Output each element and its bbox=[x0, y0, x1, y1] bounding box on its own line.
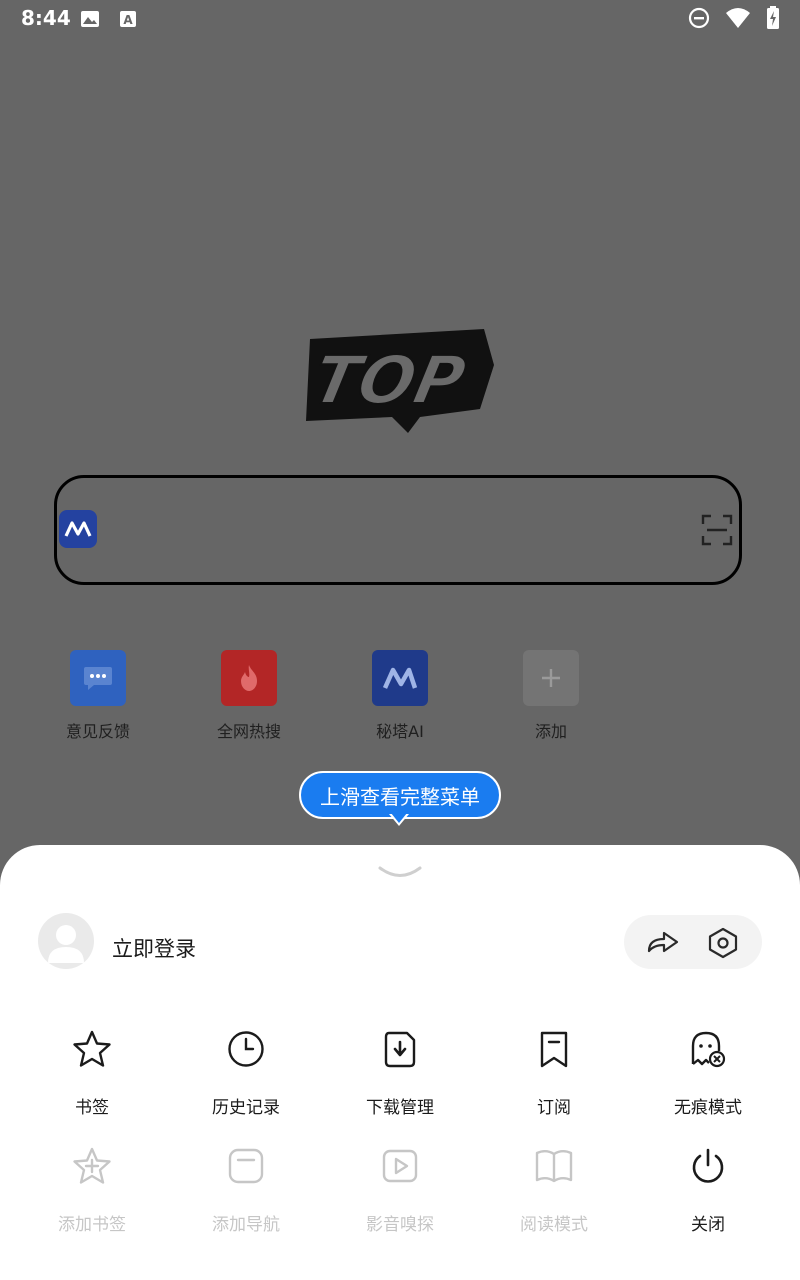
battery-icon bbox=[767, 6, 779, 29]
menu-add-bookmark[interactable]: 添加书签 bbox=[22, 1144, 162, 1235]
menu-label: 下载管理 bbox=[366, 1098, 434, 1118]
menu-label: 关闭 bbox=[691, 1215, 725, 1235]
quick-link-label: 秘塔AI bbox=[376, 722, 424, 741]
sheet-handle-icon[interactable] bbox=[378, 865, 422, 881]
wifi-icon bbox=[725, 8, 750, 28]
menu-subscriptions[interactable]: 订阅 bbox=[484, 1027, 624, 1118]
chat-bubble-icon bbox=[84, 667, 112, 690]
image-icon bbox=[81, 10, 99, 27]
menu-reading-mode[interactable]: 阅读模式 bbox=[484, 1144, 624, 1235]
menu-incognito[interactable]: 无痕模式 bbox=[638, 1027, 778, 1118]
quick-tile bbox=[372, 650, 428, 706]
dnd-icon bbox=[688, 7, 709, 29]
status-left-icons: A bbox=[80, 8, 137, 28]
quick-tile bbox=[221, 650, 277, 706]
metaso-icon bbox=[382, 667, 418, 689]
user-icon bbox=[48, 925, 84, 963]
share-icon[interactable] bbox=[646, 927, 680, 957]
menu-history[interactable]: 历史记录 bbox=[176, 1027, 316, 1118]
status-bar: 8:44 A bbox=[0, 0, 800, 38]
nav-add-icon bbox=[228, 1148, 264, 1184]
plus-icon bbox=[542, 669, 560, 687]
quick-link-label: 意见反馈 bbox=[65, 722, 130, 741]
swipe-up-tooltip: 上滑查看完整菜单 bbox=[299, 771, 501, 819]
menu-label: 订阅 bbox=[537, 1098, 571, 1118]
menu-label: 添加书签 bbox=[58, 1215, 126, 1235]
menu-bookmarks[interactable]: 书签 bbox=[22, 1027, 162, 1118]
a-box-icon: A bbox=[120, 10, 137, 27]
menu-media-sniff[interactable]: 影音嗅探 bbox=[330, 1144, 470, 1235]
status-time: 8:44 bbox=[21, 6, 71, 30]
quick-link-label: 添加 bbox=[534, 722, 567, 741]
scan-icon[interactable] bbox=[701, 514, 733, 546]
menu-label: 影音嗅探 bbox=[366, 1215, 434, 1235]
menu-label: 历史记录 bbox=[212, 1098, 280, 1118]
menu-close[interactable]: 关闭 bbox=[638, 1144, 778, 1235]
menu-sheet: 立即登录 书签 历史记录 下载管理 订阅 无痕模式 添加书签 添加导航 影音嗅探… bbox=[0, 845, 800, 1280]
star-plus-icon bbox=[73, 1147, 111, 1184]
logo-text: TOP bbox=[306, 342, 472, 419]
action-pill bbox=[624, 915, 762, 969]
quick-link-add[interactable]: 添加 bbox=[496, 650, 606, 742]
top-logo: TOP bbox=[305, 329, 494, 433]
ghost-icon bbox=[691, 1031, 726, 1068]
login-link[interactable]: 立即登录 bbox=[112, 933, 196, 963]
quick-tile bbox=[523, 650, 579, 706]
search-box[interactable] bbox=[54, 475, 742, 585]
menu-add-navigation[interactable]: 添加导航 bbox=[176, 1144, 316, 1235]
svg-text:A: A bbox=[123, 13, 133, 27]
menu-label: 阅读模式 bbox=[520, 1215, 588, 1235]
star-icon bbox=[73, 1030, 111, 1067]
menu-downloads[interactable]: 下载管理 bbox=[330, 1027, 470, 1118]
quick-link-metaso-ai[interactable]: 秘塔AI bbox=[345, 650, 455, 742]
clock-icon bbox=[228, 1031, 264, 1067]
status-right-icons bbox=[688, 6, 780, 30]
power-icon bbox=[692, 1148, 724, 1183]
play-icon bbox=[382, 1149, 418, 1183]
menu-label: 书签 bbox=[75, 1098, 109, 1118]
menu-label: 添加导航 bbox=[212, 1215, 280, 1235]
quick-tile bbox=[70, 650, 126, 706]
download-icon bbox=[384, 1031, 416, 1068]
metaso-icon[interactable] bbox=[59, 510, 97, 548]
book-icon bbox=[535, 1150, 573, 1183]
settings-icon[interactable] bbox=[706, 927, 740, 959]
menu-label: 无痕模式 bbox=[674, 1098, 742, 1118]
tooltip-tail-inner bbox=[391, 813, 407, 823]
avatar[interactable] bbox=[38, 913, 94, 969]
flame-icon bbox=[241, 665, 257, 691]
bookmark-icon bbox=[540, 1031, 568, 1068]
quick-link-hot-search[interactable]: 全网热搜 bbox=[194, 650, 304, 742]
quick-link-feedback[interactable]: 意见反馈 bbox=[43, 650, 153, 742]
quick-link-label: 全网热搜 bbox=[216, 722, 281, 741]
